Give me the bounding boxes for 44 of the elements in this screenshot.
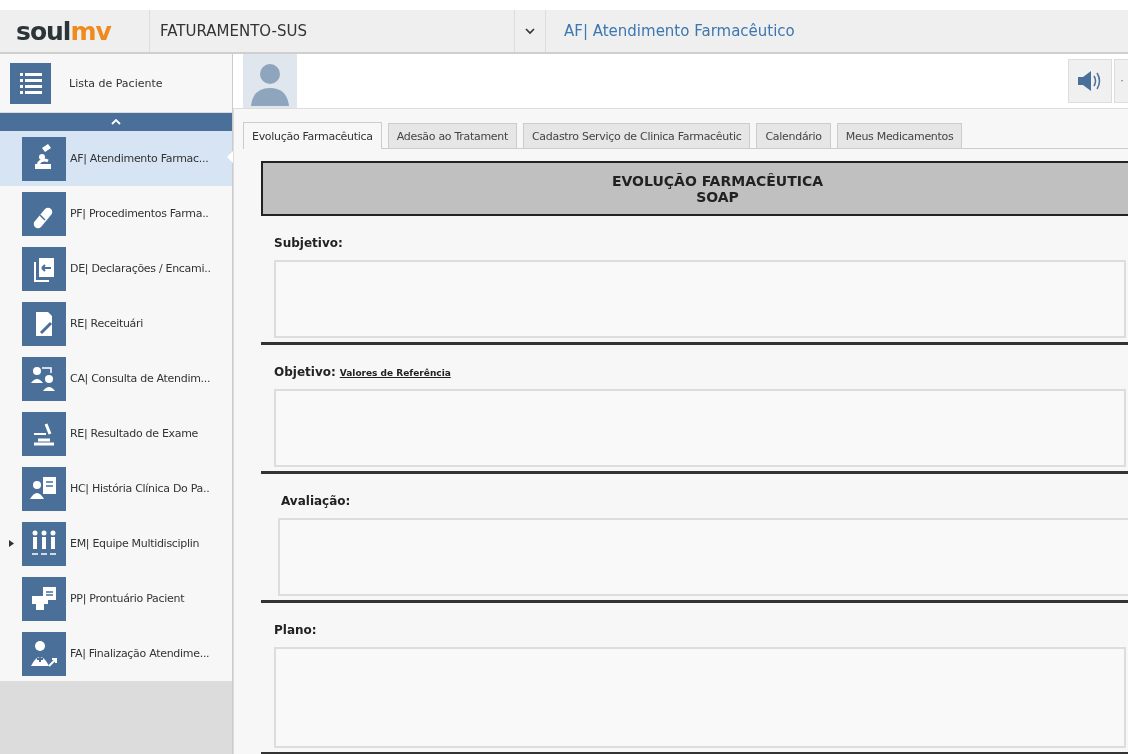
- sidebar-item[interactable]: RE| Resultado de Exame: [0, 406, 232, 461]
- text-area[interactable]: [274, 647, 1126, 748]
- sidebar-item[interactable]: PF| Procedimentos Farma..: [0, 186, 232, 241]
- team-icon: [22, 521, 66, 566]
- patient-record-icon: [22, 466, 66, 511]
- pill-hand-icon: [22, 136, 66, 181]
- pill-icon: [22, 191, 66, 236]
- context-label: FATURAMENTO-SUS: [160, 22, 308, 40]
- sidebar-item[interactable]: EM| Equipe Multidisciplin: [0, 516, 232, 571]
- sidebar-item[interactable]: CA| Consulta de Atendim...: [0, 351, 232, 406]
- printer-icon: [22, 576, 66, 621]
- caret-up-icon: [111, 119, 121, 125]
- form-subtitle: SOAP: [696, 188, 739, 205]
- sidebar-item[interactable]: FA| Finalização Atendime...: [0, 626, 232, 681]
- section-label: Subjetivo:: [274, 236, 343, 250]
- sidebar-item[interactable]: RE| Receituári: [0, 296, 232, 351]
- reference-link[interactable]: Valores de Referência: [339, 368, 451, 378]
- sidebar-item[interactable]: DE| Declarações / Encami..: [0, 241, 232, 296]
- form-title: EVOLUÇÃO FARMACÊUTICA: [611, 172, 824, 189]
- module-title: AF| Atendimento Farmacêutico: [564, 22, 795, 40]
- section-label: Plano:: [274, 623, 317, 637]
- tab[interactable]: Cadastro Serviço de Clinica Farmacêutic: [522, 123, 751, 148]
- microscope-icon: [22, 411, 66, 456]
- sidebar-item[interactable]: HC| História Clínica Do Pa..: [0, 461, 232, 516]
- patient-list-label[interactable]: Lista de Paciente: [69, 76, 163, 90]
- sidebar-item[interactable]: AF| Atendimento Farmac...: [0, 131, 232, 186]
- section-label: Avaliação:: [281, 494, 351, 508]
- section-label: Objetivo:: [274, 365, 336, 379]
- chevron-down-icon[interactable]: [525, 27, 535, 35]
- text-area[interactable]: [278, 518, 1128, 596]
- patient-list-button[interactable]: [10, 62, 51, 104]
- tab[interactable]: Calendário: [756, 123, 831, 148]
- tab[interactable]: Adesão ao Tratament: [387, 123, 517, 148]
- document-pen-icon: [22, 301, 66, 346]
- list-icon: [18, 71, 43, 95]
- tab[interactable]: Evolução Farmacêutica: [243, 122, 382, 149]
- tab[interactable]: Meus Medicamentos: [836, 123, 963, 148]
- logo: soulmv: [0, 10, 150, 52]
- collapse-button[interactable]: [0, 113, 232, 131]
- avatar-icon: [243, 54, 297, 108]
- speaker-button[interactable]: [1068, 59, 1112, 103]
- text-area[interactable]: [274, 389, 1126, 467]
- text-area[interactable]: [274, 260, 1126, 338]
- sidebar-item[interactable]: PP| Prontuário Pacient: [0, 571, 232, 626]
